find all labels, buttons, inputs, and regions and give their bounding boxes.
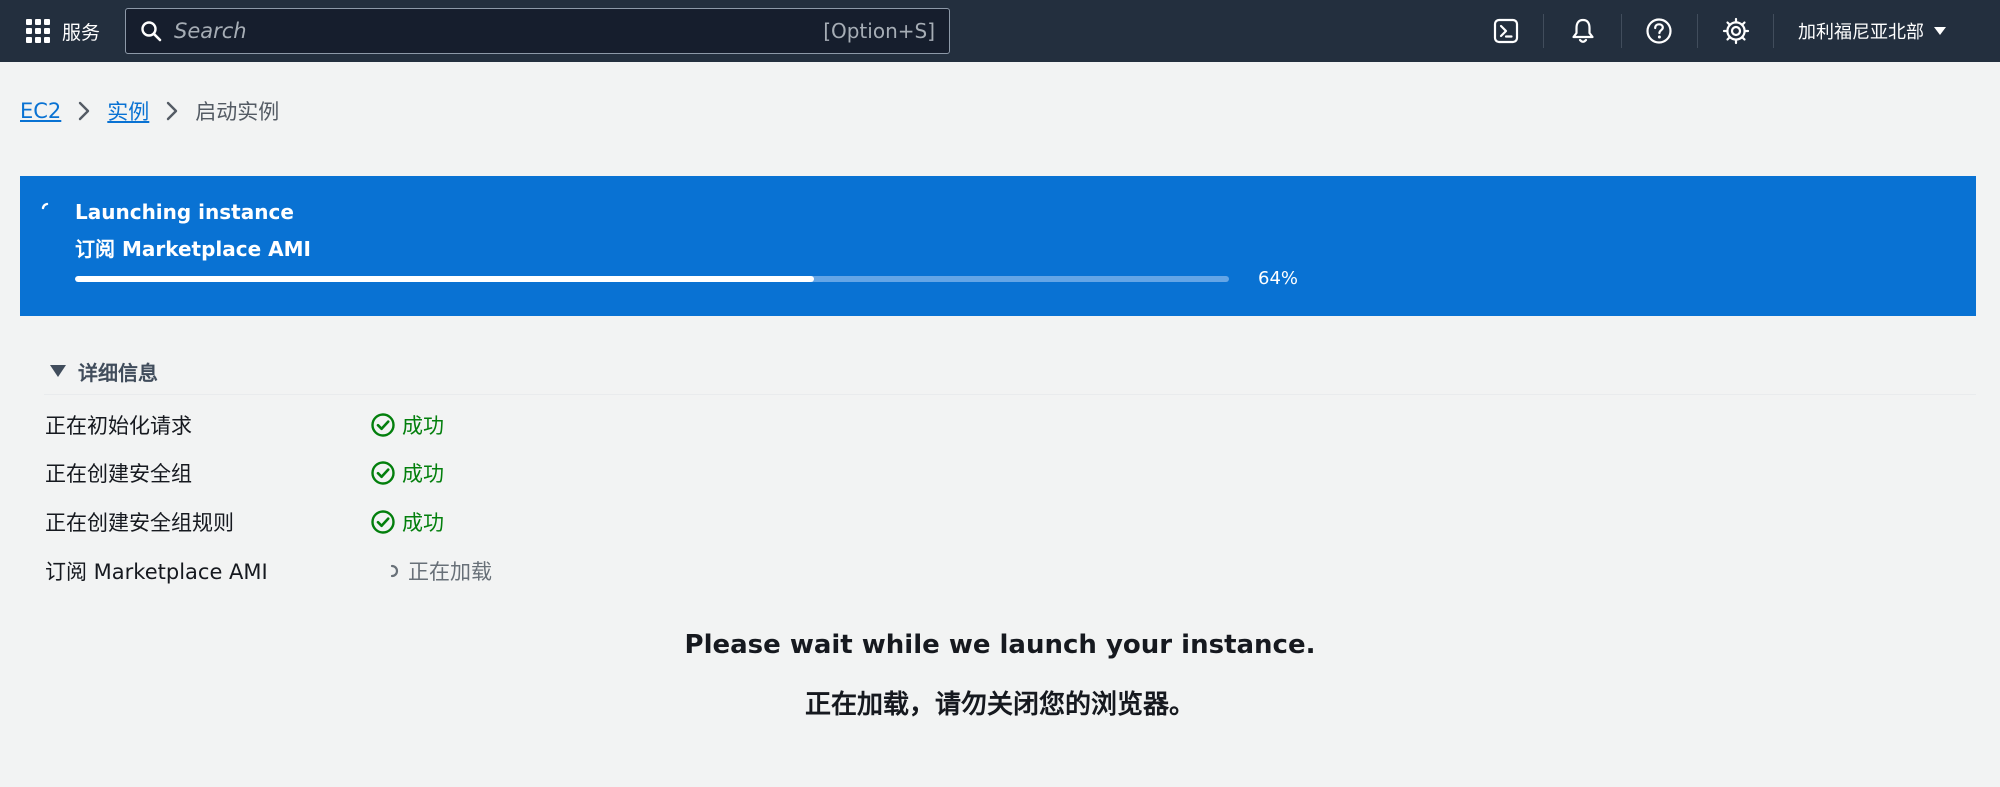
step-status-text: 成功 (402, 511, 444, 535)
search-input[interactable] (174, 19, 824, 43)
services-menu-button[interactable]: 服务 (0, 0, 126, 62)
cloudshell-icon (1493, 18, 1519, 44)
success-check-icon (371, 413, 395, 437)
success-check-icon (371, 461, 395, 485)
details-toggle[interactable]: 详细信息 (50, 356, 158, 386)
details-header-label: 详细信息 (78, 360, 158, 385)
step-label: 正在创建安全组规则 (45, 511, 234, 535)
gear-icon (1722, 17, 1750, 45)
progress-bar-fill (75, 276, 814, 282)
breadcrumb-link-ec2[interactable]: EC2 (20, 99, 61, 123)
cloudshell-button[interactable] (1488, 13, 1524, 49)
notifications-button[interactable] (1565, 13, 1601, 49)
top-navigation: 服务 [Option+S] (0, 0, 2000, 62)
search-icon (141, 21, 162, 42)
nav-separator (1621, 14, 1622, 48)
step-label: 订阅 Marketplace AMI (45, 560, 268, 584)
chevron-right-icon (165, 100, 179, 122)
bell-icon (1572, 18, 1594, 43)
launch-progress-banner: Launching instance 订阅 Marketplace AMI 64… (20, 176, 1976, 316)
step-status-text: 成功 (402, 462, 444, 486)
help-button[interactable] (1641, 13, 1677, 49)
banner-title: Launching instance (75, 200, 294, 224)
nav-separator (1543, 14, 1544, 48)
step-row: 正在创建安全组规则 成功 (45, 505, 444, 539)
region-label: 加利福尼亚北部 (1798, 22, 1924, 43)
wait-message-zh: 正在加载，请勿关闭您的浏览器。 (804, 690, 1195, 720)
search-box[interactable]: [Option+S] (125, 8, 950, 54)
search-shortcut-hint: [Option+S] (823, 19, 935, 43)
help-icon (1646, 18, 1672, 44)
wait-message-en: Please wait while we launch your instanc… (684, 630, 1316, 660)
step-label: 正在创建安全组 (45, 462, 192, 486)
settings-button[interactable] (1718, 13, 1754, 49)
spinner-icon (41, 202, 49, 210)
banner-subtitle: 订阅 Marketplace AMI (75, 237, 311, 261)
step-status-text: 成功 (402, 414, 444, 438)
loading-spinner-icon (390, 564, 399, 578)
step-status: 成功 (370, 507, 444, 537)
nav-separator (1697, 14, 1698, 48)
caret-down-icon (50, 365, 66, 377)
step-status-text: 正在加载 (408, 560, 492, 584)
progress-bar (75, 276, 1229, 282)
step-row: 订阅 Marketplace AMI 正在加载 (45, 554, 492, 588)
breadcrumb: EC2 实例 启动实例 (20, 94, 279, 128)
step-row: 正在初始化请求 成功 (45, 408, 444, 442)
region-selector[interactable]: 加利福尼亚北部 (1798, 0, 1946, 62)
success-check-icon (371, 510, 395, 534)
breadcrumb-link-instances[interactable]: 实例 (107, 96, 149, 126)
step-label: 正在初始化请求 (45, 414, 192, 438)
breadcrumb-current: 启动实例 (195, 100, 280, 124)
chevron-right-icon (77, 100, 91, 122)
progress-percent: 64% (1258, 268, 1299, 289)
step-status: 正在加载 (370, 556, 492, 586)
services-label: 服务 (62, 21, 101, 44)
step-status: 成功 (370, 458, 444, 488)
step-row: 正在创建安全组 成功 (45, 456, 444, 490)
grid-icon (26, 19, 50, 43)
nav-separator (1773, 14, 1774, 48)
divider (44, 394, 1976, 395)
step-status: 成功 (370, 410, 444, 440)
caret-down-icon (1934, 27, 1946, 35)
